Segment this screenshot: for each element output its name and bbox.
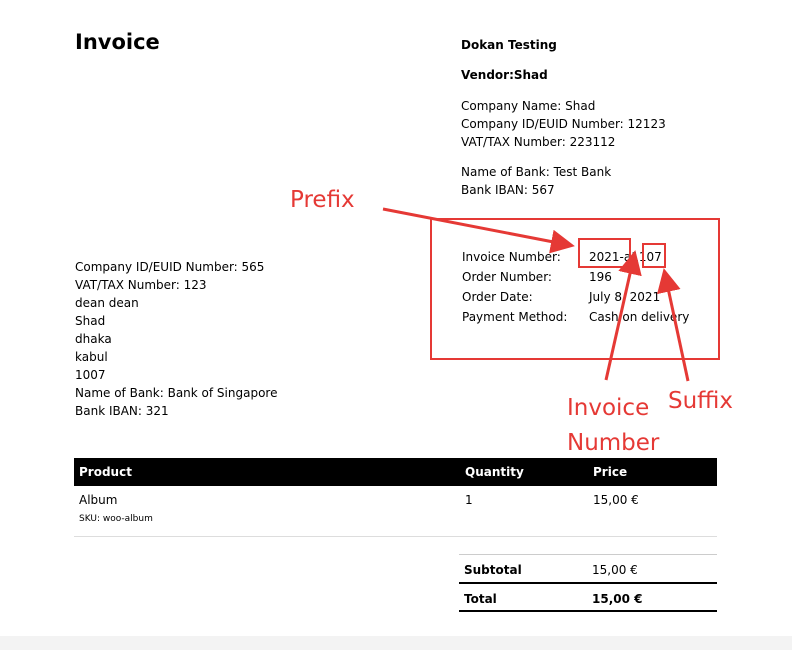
bottom-shadow xyxy=(0,636,792,650)
prefix-arrow xyxy=(382,207,575,254)
invoice-number-annotation-line2: Number xyxy=(567,430,660,456)
annotation-arrows xyxy=(382,207,690,382)
prefix-annotation: Prefix xyxy=(290,187,355,213)
invoice-number-arrow xyxy=(604,250,642,381)
suffix-annotation: Suffix xyxy=(668,388,734,414)
invoice-number-annotation-line1: Invoice xyxy=(567,395,650,421)
suffix-arrow xyxy=(657,268,690,382)
